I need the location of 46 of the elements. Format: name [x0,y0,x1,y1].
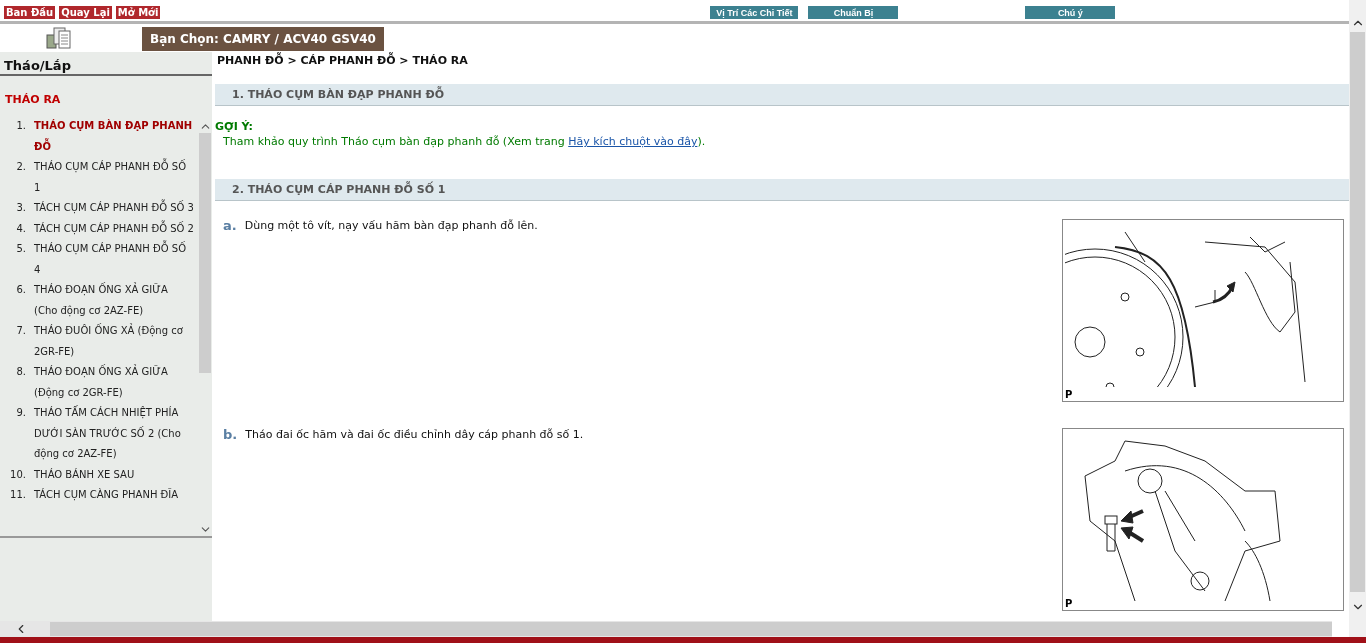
item-number: 6. [15,283,27,297]
hint-label: GỢI Ý: [215,120,254,133]
item-number: 8. [15,365,27,379]
item-number: 11. [9,488,27,502]
item-number: 7. [15,324,27,338]
item-number: 5. [15,242,27,256]
nav-button[interactable]: Mở Mới [115,6,161,19]
item-number: 10. [9,467,27,482]
procedure-link[interactable]: THÁO CỤM CÁP PHANH ĐỖ SỐ 1 [34,157,194,198]
vertical-scrollbar[interactable] [1349,0,1366,637]
horizontal-scrollbar[interactable] [0,621,1332,637]
section-heading: 2. THÁO CỤM CÁP PHANH ĐỖ SỐ 1 [215,179,1349,201]
procedure-link[interactable]: TÁCH CỤM CÁP PHANH ĐỖ SỐ 2 [34,218,194,239]
procedure-link[interactable]: THÁO ĐOẠN ỐNG XẢ GIỮA (Động cơ 2GR-FE) [34,362,194,403]
procedure-link[interactable]: THÁO ĐOẠN ỐNG XẢ GIỮA (Cho động cơ 2AZ-FE) [34,280,194,321]
scrollbar-thumb[interactable] [199,133,211,373]
tab-button[interactable]: Chuẩn Bị [808,6,899,19]
figure-label: P [1064,389,1073,401]
procedure-link[interactable]: THÁO CỤM CÁP PHANH ĐỖ SỐ 4 [34,239,194,280]
procedure-link[interactable]: TÁCH CỤM CÁP PHANH ĐỖ SỐ 3 [34,198,194,219]
figure-label: P [1064,598,1073,610]
documents-icon[interactable] [46,27,72,49]
section-heading: THÁO RA [4,92,62,108]
item-number: 3. [15,201,27,215]
item-number: 2. [15,160,27,174]
step-letter: a. [223,219,237,235]
item-number: 1. [15,119,27,133]
procedure-link[interactable]: TÁCH CỤM CÀNG PHANH ĐĨA [34,485,179,506]
breadcrumb: PHANH ĐỖ > CÁP PHANH ĐỖ > THÁO RA [216,54,469,69]
page-link[interactable]: Hãy kích chuột vào đây [568,135,698,148]
step-letter: b. [223,428,238,444]
selected-model-label: Bạn Chọn: CAMRY / ACV40 GSV40 [142,27,384,51]
step-text: Dùng một tô vít, nạy vấu hãm bàn đạp phanh đỗ lên. [244,219,538,234]
tab-button[interactable]: Chú ý [1025,6,1116,19]
procedure-link[interactable]: THÁO CỤM BÀN ĐẠP PHANH ĐỖ [34,116,194,157]
procedure-link[interactable]: THÁO BÁNH XE SAU [34,464,135,485]
step-text: Tháo đai ốc hãm và đai ốc điều chỉnh dây cáp phanh đỗ số 1. [245,428,584,443]
tab-button[interactable]: Vị Trí Các Chi Tiết [710,6,799,19]
procedure-link[interactable]: THÁO ĐUÔI ỐNG XẢ (Động cơ 2GR-FE) [34,321,194,362]
nav-button[interactable]: Quay Lại [59,6,112,19]
procedure-link[interactable]: THÁO TẤM CÁCH NHIỆT PHÍA DƯỚI SÀN TRƯỚC SỐ 2 (Cho động cơ 2AZ-FE) [34,403,194,465]
hint-text: Tham khảo quy trình Tháo cụm bàn đạp phanh đỗ (Xem trang Hãy kích chuột vào đây). [222,135,707,148]
nav-button[interactable]: Ban Đầu [4,6,56,19]
item-number: 4. [15,221,27,236]
item-number: 9. [15,406,27,420]
section-heading: 1. THÁO CỤM BÀN ĐẠP PHANH ĐỖ [215,84,1349,106]
